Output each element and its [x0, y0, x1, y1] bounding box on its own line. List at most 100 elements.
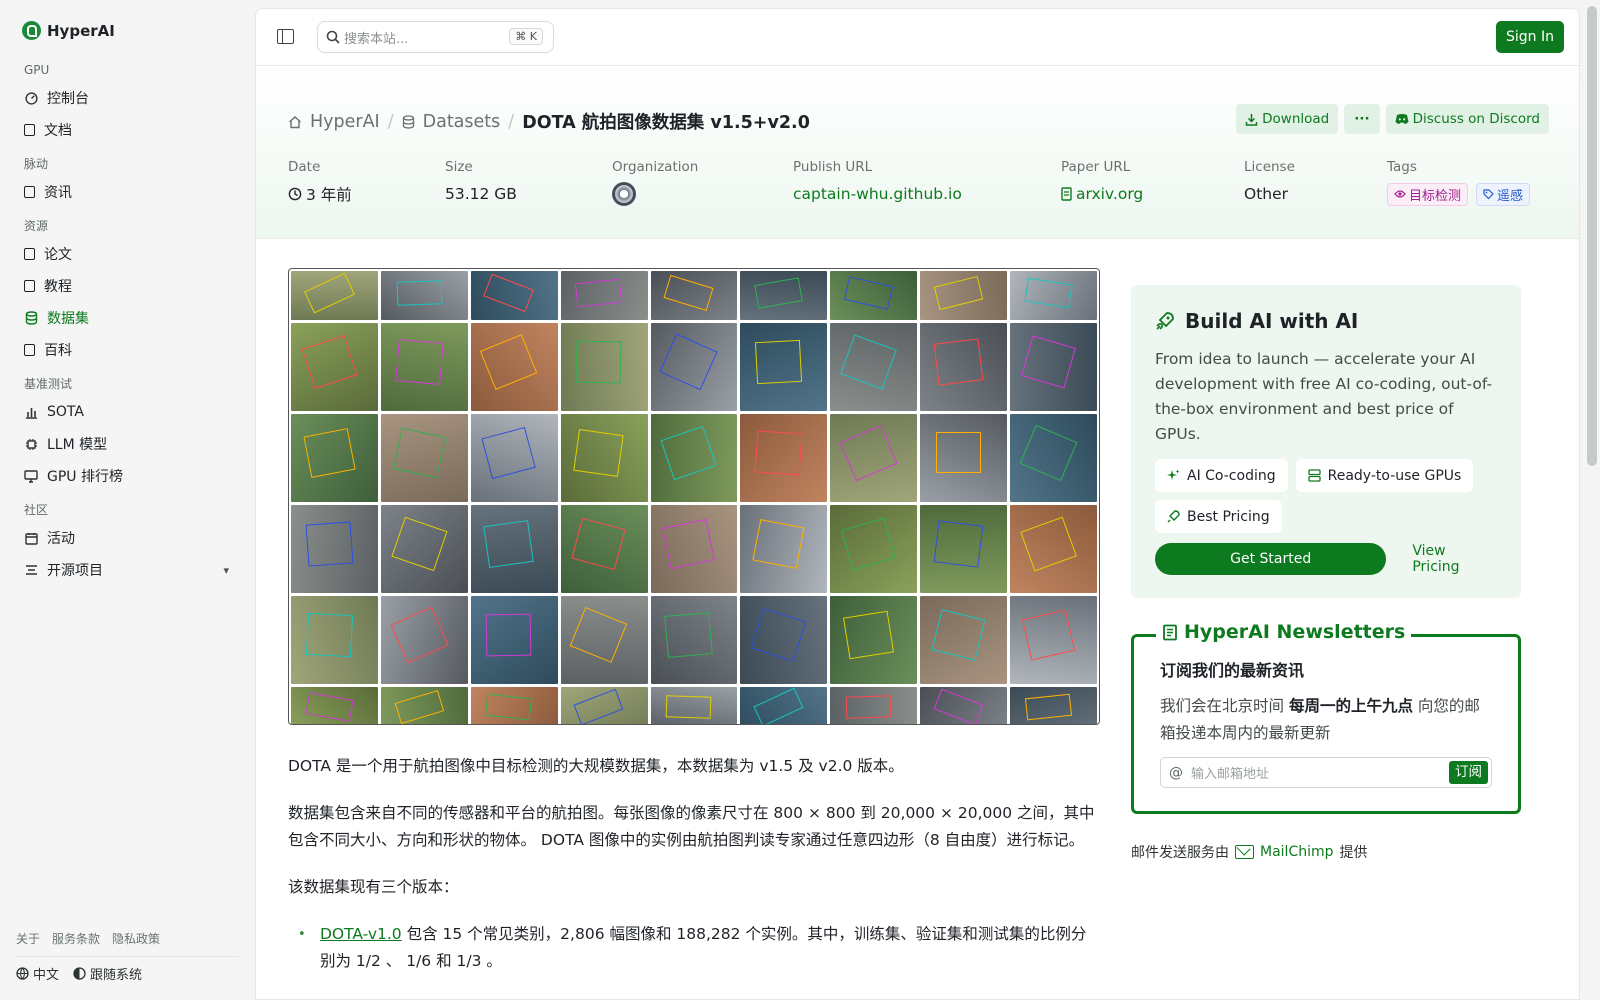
- language-label: 中文: [33, 968, 60, 983]
- main-panel: 搜索本站... ⌘ K Sign In HyperAI / Datasets /…: [255, 8, 1580, 1000]
- aerial-tile: [920, 271, 1008, 320]
- meta-organization: Organization: [612, 159, 793, 206]
- download-button[interactable]: Download: [1236, 104, 1339, 134]
- aerial-tile: [650, 271, 738, 320]
- sidebar-toggle-icon[interactable]: [277, 29, 294, 44]
- meta-license: License Other: [1244, 159, 1387, 205]
- size-value: 53.12 GB: [445, 185, 517, 203]
- footer-link-privacy[interactable]: 隐私政策: [112, 930, 160, 947]
- version-list-item: DOTA-v1.0 包含 15 个常见类别，2,806 幅图像和 188,282…: [298, 921, 1100, 975]
- aerial-tile: [470, 505, 558, 593]
- aerial-tile: [650, 687, 738, 724]
- aerial-tile: [1010, 414, 1097, 502]
- meta-tags: Tags 目标检测 遥感: [1387, 159, 1531, 206]
- sidebar-item-news[interactable]: 资讯: [0, 176, 255, 208]
- aerial-tile: [470, 596, 558, 684]
- sidebar-item-papers[interactable]: 论文: [0, 238, 255, 270]
- theme-switcher[interactable]: 跟随系统: [73, 964, 142, 983]
- feature-label: Best Pricing: [1187, 508, 1270, 525]
- aerial-tile: [560, 596, 648, 684]
- more-options-button[interactable]: ···: [1344, 104, 1380, 134]
- sidebar-item-wiki[interactable]: 百科: [0, 334, 255, 366]
- aerial-tile: [920, 687, 1008, 724]
- page-scrollbar-thumb[interactable]: [1587, 6, 1597, 466]
- brand-logo[interactable]: HyperAI: [22, 21, 115, 40]
- meta-label: Tags: [1387, 159, 1417, 175]
- breadcrumb-datasets[interactable]: Datasets: [423, 112, 501, 132]
- newsletter-desc-bold: 每周一的上午九点: [1288, 697, 1413, 715]
- meta-publish-url: Publish URL captain-whu.github.io: [793, 159, 1061, 205]
- sidebar-item-console[interactable]: 控制台: [0, 82, 255, 114]
- sidebar-item-opensource[interactable]: 开源项目 ▾: [0, 554, 255, 586]
- get-started-button[interactable]: Get Started: [1155, 543, 1387, 575]
- sidebar-item-tutorials[interactable]: 教程: [0, 270, 255, 302]
- sidebar-item-sota[interactable]: SOTA: [0, 396, 255, 428]
- aerial-tile: [380, 323, 468, 411]
- topbar: 搜索本站... ⌘ K Sign In: [256, 9, 1579, 66]
- download-icon: [1245, 113, 1258, 126]
- aerial-tile: [470, 271, 558, 320]
- sidebar-item-label: 开源项目: [47, 563, 103, 579]
- newsletter-legend-text: HyperAI Newsletters: [1184, 621, 1406, 643]
- publish-url-link[interactable]: captain-whu.github.io: [793, 183, 1061, 205]
- sparkle-icon: [1167, 469, 1180, 480]
- discord-button[interactable]: Discuss on Discord: [1385, 104, 1549, 134]
- monitor-icon: [24, 469, 38, 483]
- newsletter-desc-pre: 我们会在北京时间: [1160, 697, 1289, 715]
- header-actions: Download ··· Discuss on Discord: [1236, 104, 1549, 134]
- tag-remote-sensing[interactable]: 遥感: [1476, 182, 1531, 206]
- tag-object-detection[interactable]: 目标检测: [1387, 182, 1469, 206]
- meta-size: Size 53.12 GB: [445, 159, 612, 205]
- meta-value: [612, 182, 793, 206]
- nav-section-community: 社区: [24, 503, 49, 517]
- breadcrumb-home[interactable]: HyperAI: [310, 112, 380, 132]
- language-switcher[interactable]: 中文: [16, 964, 59, 983]
- dota-v1-link[interactable]: DOTA-v1.0: [320, 925, 402, 943]
- aerial-tile: [920, 505, 1008, 593]
- search-input[interactable]: 搜索本站... ⌘ K: [317, 21, 554, 53]
- sidebar-item-label: 数据集: [47, 311, 89, 327]
- sidebar-item-events[interactable]: 活动: [0, 522, 255, 554]
- organization-avatar[interactable]: [612, 182, 636, 206]
- book-icon: [24, 280, 35, 292]
- version-list: DOTA-v1.0 包含 15 个常见类别，2,806 幅图像和 188,282…: [288, 921, 1100, 975]
- mailchimp-link[interactable]: MailChimp: [1235, 844, 1334, 860]
- sidebar-item-docs[interactable]: 文档: [0, 114, 255, 146]
- view-pricing-link[interactable]: View Pricing: [1412, 543, 1497, 575]
- eye-tag-icon: [1394, 190, 1406, 198]
- news-icon: [24, 186, 35, 198]
- footer-link-about[interactable]: 关于: [16, 930, 40, 947]
- sidebar-item-gpu-ranking[interactable]: GPU 排行榜: [0, 460, 255, 492]
- description-paragraph: 该数据集现有三个版本：: [288, 878, 459, 896]
- aerial-tile: [380, 596, 468, 684]
- at-icon: @: [1169, 764, 1183, 781]
- sidebar-item-label: SOTA: [47, 404, 84, 420]
- email-field[interactable]: @ 输入邮箱地址 订阅: [1160, 757, 1492, 788]
- powered-post: 提供: [1339, 845, 1368, 861]
- chevron-down-icon[interactable]: ▾: [223, 564, 229, 577]
- brand-name: HyperAI: [47, 21, 115, 40]
- footer-link-terms[interactable]: 服务条款: [52, 930, 100, 947]
- aerial-tile: [740, 323, 828, 411]
- wiki-icon: [24, 344, 35, 356]
- aerial-tile: [380, 687, 468, 724]
- card-title-text: Build AI with AI: [1185, 309, 1359, 333]
- dataset-content: DOTA 是一个用于航拍图像中目标检测的大规模数据集，本数据集为 v1.5 及 …: [288, 268, 1100, 975]
- license-value: Other: [1244, 185, 1289, 203]
- aerial-tile: [291, 687, 378, 724]
- card-description: From idea to launch — accelerate your AI…: [1155, 350, 1493, 443]
- subscribe-button[interactable]: 订阅: [1449, 761, 1488, 784]
- sidebar-item-label: 活动: [47, 531, 75, 547]
- paper-url-link[interactable]: arxiv.org: [1061, 183, 1244, 205]
- sidebar-item-llm[interactable]: LLM 模型: [0, 428, 255, 460]
- sidebar-item-label: LLM 模型: [47, 437, 108, 453]
- sidebar-item-label: 教程: [44, 279, 72, 295]
- sidebar-item-datasets[interactable]: 数据集: [0, 302, 255, 334]
- aerial-tile: [830, 596, 918, 684]
- meta-date: Date 3 年前: [288, 159, 445, 205]
- sign-in-button[interactable]: Sign In: [1496, 21, 1564, 53]
- aerial-tile: [740, 505, 828, 593]
- mailchimp-label: MailChimp: [1260, 844, 1334, 860]
- calendar-icon: [24, 531, 38, 545]
- tag-label: 目标检测: [1409, 188, 1462, 204]
